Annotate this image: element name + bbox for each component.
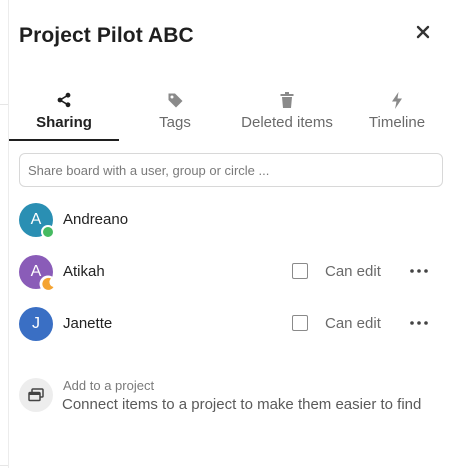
active-tab-indicator [9,139,119,141]
can-edit-label: Can edit [325,315,381,332]
tab-tags[interactable]: Tags [137,88,213,142]
sidebar-panel: Project Pilot ABC Sharing Tags Deleted i… [0,0,455,468]
close-button[interactable] [410,19,436,45]
tab-deleted-items[interactable]: Deleted items [235,88,339,142]
user-name: Atikah [63,263,105,280]
divider-tick [0,104,8,105]
add-to-project[interactable]: Add to a project Connect items to a proj… [19,376,439,416]
divider-tick [0,465,8,466]
more-actions-button[interactable] [407,313,431,333]
tab-bar: Sharing Tags Deleted items Timeline [9,88,449,142]
tag-icon [167,90,184,110]
user-name: Janette [63,315,113,332]
more-icon [410,269,428,273]
tab-sharing[interactable]: Sharing [9,88,119,142]
tab-label: Tags [159,114,191,131]
online-status-icon [41,225,55,239]
lightning-icon [391,90,403,110]
away-status-icon [39,275,57,293]
more-actions-button[interactable] [407,261,431,281]
close-icon [416,25,430,39]
can-edit-checkbox[interactable] [292,263,308,279]
panel-divider [8,0,9,468]
can-edit-label: Can edit [325,263,381,280]
project-subtitle: Connect items to a project to make them … [62,396,422,413]
project-icon [19,378,53,412]
share-user-row: A Atikah Can edit [19,255,439,293]
can-edit-checkbox[interactable] [292,315,308,331]
tab-timeline[interactable]: Timeline [362,88,432,142]
share-user-row: J Janette Can edit [19,307,439,341]
trash-icon [280,90,294,110]
share-user-row: A Andreano [19,203,439,239]
page-title: Project Pilot ABC [19,24,194,47]
tab-label: Deleted items [241,114,333,131]
project-title: Add to a project [63,378,155,393]
user-name: Andreano [63,211,129,228]
avatar-initial: J [32,315,40,332]
tab-label: Sharing [36,114,92,131]
avatar: J [19,307,53,341]
more-icon [410,321,428,325]
avatar-initial: A [30,211,42,228]
tab-label: Timeline [368,114,426,131]
share-icon [56,90,72,110]
share-search-input[interactable] [19,153,443,187]
